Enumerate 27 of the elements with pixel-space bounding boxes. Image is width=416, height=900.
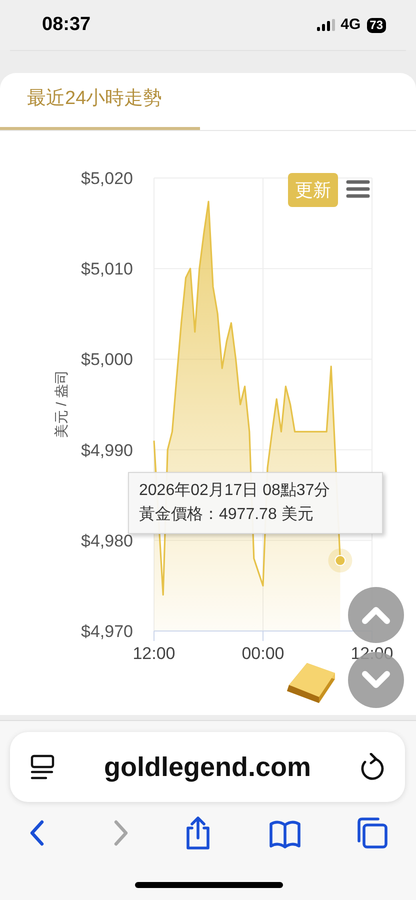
y-axis-label: $5,020 — [81, 169, 133, 188]
chevron-up-icon — [361, 606, 391, 624]
tab[interactable]: 最近24小時走勢 — [0, 72, 200, 130]
address-bar[interactable]: goldlegend.com — [10, 732, 405, 802]
status-time: 08:37 — [42, 12, 91, 37]
ingot-icon — [285, 661, 337, 705]
y-axis-label: $5,010 — [81, 260, 133, 279]
tooltip-price: 黃金價格：4977.78 美元 — [139, 504, 314, 525]
reload-icon[interactable] — [358, 753, 385, 781]
reader-icon[interactable] — [30, 754, 56, 780]
refresh-button[interactable]: 更新 — [288, 173, 338, 207]
y-axis-label: $5,000 — [81, 350, 133, 370]
x-axis-label: 12:00 — [350, 644, 394, 663]
y-axis-label: $4,980 — [81, 531, 133, 550]
y-axis-label: $4,970 — [81, 622, 133, 641]
signal-icon — [316, 19, 335, 31]
menu-icon[interactable] — [346, 180, 370, 198]
y-axis-title: 美元 / 盎司 — [53, 370, 69, 438]
tooltip-date: 2026年02月17日 08點37分 — [139, 481, 332, 501]
battery-indicator: 73 — [366, 18, 386, 32]
x-axis-label: 00:00 — [242, 644, 284, 663]
hover-marker — [328, 548, 352, 573]
chevron-down-icon — [361, 671, 391, 689]
x-axis-label: 12:00 — [132, 644, 176, 663]
y-axis-label: $4,990 — [81, 440, 133, 460]
network-label: 4G — [340, 14, 361, 35]
url-text: goldlegend.com — [104, 750, 311, 784]
